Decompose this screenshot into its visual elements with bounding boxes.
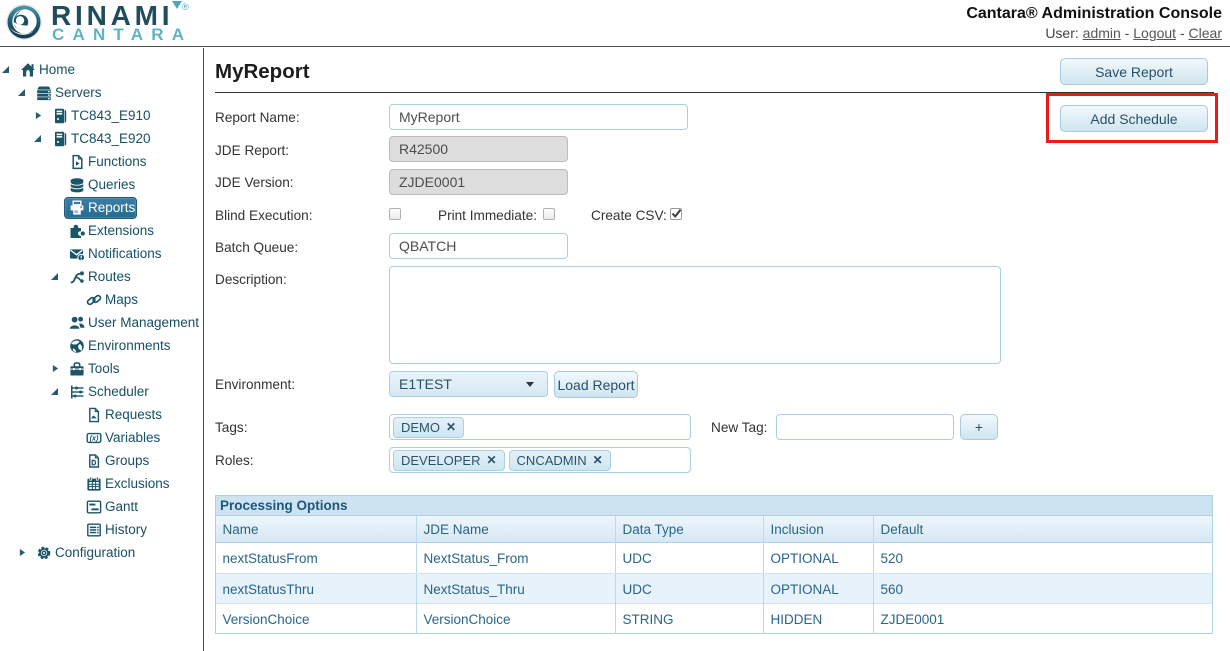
svg-text:(x): (x) [90, 433, 99, 442]
